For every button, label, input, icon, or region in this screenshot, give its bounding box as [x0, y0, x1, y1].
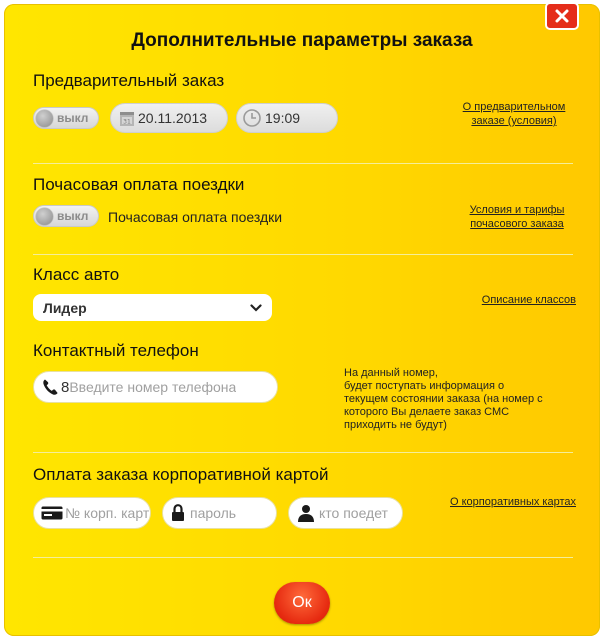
divider — [33, 557, 573, 558]
info-line: текущем состоянии заказа (на номер с — [344, 393, 543, 405]
toggle-label: выкл — [57, 111, 89, 125]
lock-icon — [171, 504, 185, 522]
toggle-knob — [36, 109, 53, 127]
passenger-placeholder: кто поедет — [319, 505, 388, 521]
toggle-label: выкл — [57, 209, 89, 223]
hourly-title: Почасовая оплата поездки — [33, 175, 245, 194]
close-icon — [555, 9, 569, 23]
svg-text:31: 31 — [123, 118, 131, 125]
clock-icon — [243, 109, 261, 127]
info-line: приходить не будут) — [344, 419, 447, 431]
person-icon — [297, 504, 315, 522]
card-number-input[interactable]: № корп. карт — [33, 497, 151, 529]
info-line: будет поступать информация о — [344, 380, 505, 392]
info-line: которого Вы делаете заказ СМС — [344, 406, 510, 418]
phone-placeholder: Введите номер телефона — [69, 379, 237, 395]
link-line: заказе (условия) — [471, 115, 557, 127]
toggle-knob — [36, 207, 53, 225]
hourly-tariffs-link[interactable]: Условия и тарифы почасового заказа — [458, 203, 576, 231]
preorder-conditions-link[interactable]: О предварительном заказе (условия) — [452, 100, 576, 128]
hourly-toggle[interactable]: выкл — [33, 205, 99, 227]
close-button[interactable] — [545, 2, 579, 30]
card-number-placeholder: № корп. карт — [65, 505, 149, 521]
car-class-select[interactable]: Лидер — [33, 294, 272, 321]
corporate-cards-link[interactable]: О корпоративных картах — [420, 495, 576, 509]
link-line: почасового заказа — [470, 218, 564, 230]
passenger-input[interactable]: кто поедет — [288, 497, 403, 529]
link-line: О предварительном — [462, 101, 566, 113]
password-placeholder: пароль — [190, 505, 237, 521]
password-input[interactable]: пароль — [162, 497, 277, 529]
calendar-icon: 31 — [119, 110, 135, 127]
preorder-toggle[interactable]: выкл — [33, 107, 99, 129]
car-class-title: Класс авто — [33, 265, 120, 284]
phone-title: Контактный телефон — [33, 341, 199, 360]
car-class-value: Лидер — [43, 299, 87, 316]
ok-button[interactable]: Ок — [274, 582, 330, 624]
phone-prefix: 8 — [61, 378, 70, 396]
phone-icon — [42, 378, 59, 396]
preorder-time: 19:09 — [265, 110, 301, 126]
ok-label: Ок — [292, 594, 312, 611]
preorder-time-field[interactable]: 19:09 — [236, 103, 338, 133]
link-line: Условия и тарифы — [469, 204, 565, 216]
dialog-title: Дополнительные параметры заказа — [131, 30, 473, 51]
phone-info: На данный номер, будет поступать информа… — [344, 367, 580, 432]
corporate-title: Оплата заказа корпоративной картой — [33, 465, 329, 484]
chevron-down-icon — [250, 303, 262, 312]
car-class-description-link[interactable]: Описание классов — [460, 293, 576, 307]
preorder-date-field[interactable]: 31 20.11.2013 — [110, 103, 228, 133]
hourly-label: Почасовая оплата поездки — [108, 209, 283, 225]
preorder-date: 20.11.2013 — [138, 110, 208, 126]
info-line: На данный номер, — [344, 367, 438, 379]
card-icon — [41, 506, 63, 520]
divider — [33, 452, 573, 453]
preorder-title: Предварительный заказ — [33, 71, 225, 90]
divider — [33, 163, 573, 164]
divider — [33, 254, 573, 255]
phone-input[interactable]: 8 Введите номер телефона — [33, 371, 278, 403]
